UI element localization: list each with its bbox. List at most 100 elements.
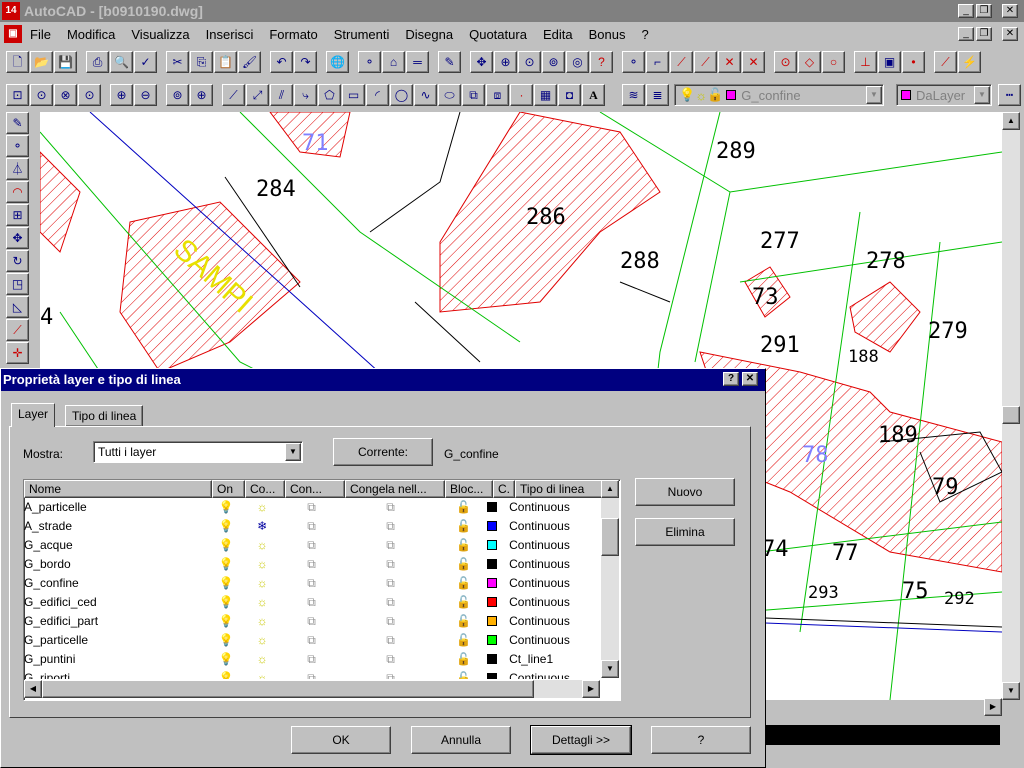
doc-restore-button[interactable]: ❐ (976, 27, 992, 41)
make-block-icon[interactable]: ⧈ (486, 84, 509, 106)
list-horizontal-scrollbar[interactable]: ◀ ▶ (24, 680, 600, 698)
layer-row[interactable]: G_bordo 💡 ☼ ⧉ ⧉ 🔓 Continuous (24, 555, 600, 574)
snowflake-icon[interactable]: ❄ (242, 517, 282, 536)
vertical-scrollbar[interactable]: ▲ ▼ (1002, 112, 1020, 700)
spell-icon[interactable]: ✓ (134, 51, 157, 73)
new-button[interactable]: Nuovo (635, 478, 735, 506)
sun-icon[interactable]: ☼ (242, 536, 282, 555)
column-on[interactable]: On (212, 480, 245, 498)
scroll-thumb[interactable] (601, 518, 619, 556)
viewport-freeze-icon[interactable]: ⧉ (282, 669, 341, 679)
zoom-extents-icon[interactable]: ⊕ (190, 84, 213, 106)
new-viewport-freeze-icon[interactable]: ⧉ (341, 593, 440, 612)
menu-help[interactable]: ? (641, 27, 648, 42)
snap-perpendicular-icon[interactable]: ⊥ (854, 51, 877, 73)
zoom-in-icon[interactable]: ⊕ (110, 84, 133, 106)
current-button[interactable]: Corrente: (333, 438, 433, 466)
sun-icon[interactable]: ☼ (242, 498, 282, 517)
new-viewport-freeze-icon[interactable]: ⧉ (341, 669, 440, 679)
osnap-icon[interactable]: ⚬ (622, 51, 645, 73)
snap-quick-icon[interactable]: ⚡ (958, 51, 981, 73)
snap-nearest-icon[interactable]: ⟋ (934, 51, 957, 73)
scroll-right-button[interactable]: ▶ (582, 680, 600, 698)
erase-icon[interactable]: ✎ (6, 112, 29, 134)
layer-row[interactable]: G_confine 💡 ☼ ⧉ ⧉ 🔓 Continuous (24, 574, 600, 593)
scroll-up-button[interactable]: ▲ (1002, 112, 1020, 130)
command-line[interactable] (766, 725, 1000, 745)
sun-icon[interactable]: ☼ (242, 669, 282, 679)
color-cell[interactable] (487, 593, 509, 612)
new-viewport-freeze-icon[interactable]: ⧉ (341, 650, 440, 669)
sun-icon[interactable]: ☼ (242, 631, 282, 650)
show-dropdown[interactable]: Tutti i layer ▼ (93, 441, 303, 463)
move-icon[interactable]: ✥ (6, 227, 29, 249)
viewport-freeze-icon[interactable]: ⧉ (282, 536, 341, 555)
linetype-icon[interactable]: ┅ (998, 84, 1021, 106)
unlock-icon[interactable]: 🔓 (440, 536, 487, 555)
linetype-cell[interactable]: Continuous (509, 612, 600, 631)
delete-button[interactable]: Elimina (635, 518, 735, 546)
close-button[interactable]: ✕ (1002, 4, 1018, 18)
zoom-all-icon[interactable]: ⊚ (166, 84, 189, 106)
match-properties-icon[interactable]: 🖌 (238, 51, 261, 73)
unlock-icon[interactable]: 🔓 (440, 650, 487, 669)
snap-midpoint-icon[interactable]: ⟋ (694, 51, 717, 73)
viewport-freeze-icon[interactable]: ⧉ (282, 517, 341, 536)
print-icon[interactable]: ⎙ (86, 51, 109, 73)
rectangle-icon[interactable]: ▭ (342, 84, 365, 106)
region-icon[interactable]: ◘ (558, 84, 581, 106)
bulb-on-icon[interactable]: 💡 (210, 612, 243, 631)
linetype-cell[interactable]: Continuous (509, 498, 600, 517)
column-freeze[interactable]: Co... (245, 480, 285, 498)
details-button[interactable]: Dettagli >> (530, 725, 632, 755)
color-cell[interactable] (487, 498, 509, 517)
column-color[interactable]: C. (493, 480, 515, 498)
viewport-freeze-icon[interactable]: ⧉ (282, 593, 341, 612)
menu-edita[interactable]: Edita (543, 27, 573, 42)
sun-icon[interactable]: ☼ (242, 612, 282, 631)
layer-combo[interactable]: 💡 ☼ 🔓 G_confine ▼ (674, 84, 884, 106)
menu-formato[interactable]: Formato (269, 27, 317, 42)
scroll-up-button[interactable]: ▲ (601, 480, 619, 498)
chevron-down-icon[interactable]: ▼ (866, 86, 882, 104)
snap-endpoint-icon[interactable]: ⟋ (670, 51, 693, 73)
menu-disegna[interactable]: Disegna (405, 27, 453, 42)
linetype-cell[interactable]: Continuous (509, 669, 600, 679)
zoom-scale-icon[interactable]: ⊗ (54, 84, 77, 106)
dialog-close-button[interactable]: ✕ (742, 372, 758, 386)
layer-row[interactable]: G_riporti 💡 ☼ ⧉ ⧉ 🔓 Continuous (24, 669, 600, 679)
snap-insert-icon[interactable]: ▣ (878, 51, 901, 73)
hatch-icon[interactable]: ▦ (534, 84, 557, 106)
new-viewport-freeze-icon[interactable]: ⧉ (341, 517, 440, 536)
color-cell[interactable] (487, 517, 509, 536)
ray-icon[interactable]: ⤢ (246, 84, 269, 106)
unlock-icon[interactable]: 🔓 (440, 517, 487, 536)
scroll-right-button[interactable]: ▶ (984, 698, 1002, 716)
layer-list[interactable]: Nome On Co... Con... Congela nell... Blo… (23, 479, 621, 701)
document-icon[interactable]: ▣ (4, 25, 22, 43)
bulb-on-icon[interactable]: 💡 (210, 574, 243, 593)
sun-icon[interactable]: ☼ (242, 555, 282, 574)
layer-row[interactable]: G_edifici_part 💡 ☼ ⧉ ⧉ 🔓 Continuous (24, 612, 600, 631)
cancel-button[interactable]: Annulla (411, 726, 511, 754)
new-viewport-freeze-icon[interactable]: ⧉ (341, 555, 440, 574)
bulb-on-icon[interactable]: 💡 (210, 498, 243, 517)
layer-row[interactable]: G_acque 💡 ☼ ⧉ ⧉ 🔓 Continuous (24, 536, 600, 555)
ellipse-icon[interactable]: ⬭ (438, 84, 461, 106)
column-name[interactable]: Nome (24, 480, 212, 498)
doc-close-button[interactable]: ✕ (1002, 27, 1018, 41)
scroll-left-button[interactable]: ◀ (24, 680, 42, 698)
layer-row[interactable]: A_strade 💡 ❄ ⧉ ⧉ 🔓 Continuous (24, 517, 600, 536)
undo-icon[interactable]: ↶ (270, 51, 293, 73)
osnap-from-icon[interactable]: ⌐ (646, 51, 669, 73)
sun-icon[interactable]: ☼ (242, 650, 282, 669)
color-cell[interactable] (487, 669, 509, 679)
bulb-on-icon[interactable]: 💡 (210, 555, 243, 574)
viewport-freeze-icon[interactable]: ⧉ (282, 555, 341, 574)
new-viewport-freeze-icon[interactable]: ⧉ (341, 498, 440, 517)
zoom-out-icon[interactable]: ⊖ (134, 84, 157, 106)
layer-previous-icon[interactable]: ≣ (646, 84, 669, 106)
array-icon[interactable]: ⊞ (6, 204, 29, 226)
linetype-cell[interactable]: Continuous (509, 536, 600, 555)
linetype-cell[interactable]: Ct_line1 (509, 650, 600, 669)
